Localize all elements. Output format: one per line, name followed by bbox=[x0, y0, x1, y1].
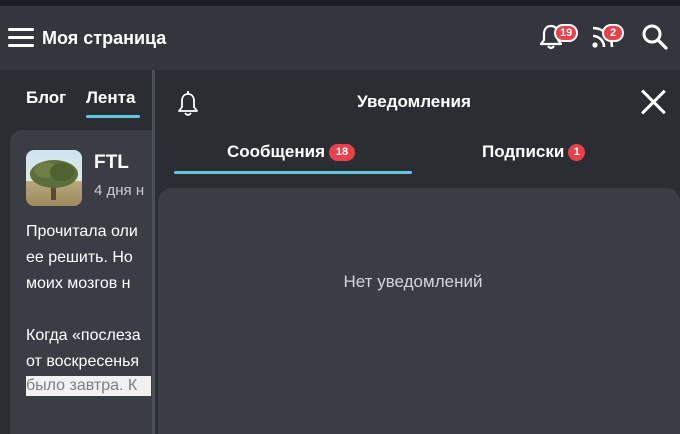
notifications-title: Уведомления bbox=[357, 92, 471, 111]
feed-tabs: Блог Лента bbox=[0, 70, 155, 130]
menu-icon[interactable] bbox=[8, 26, 34, 48]
post-text-line: Когда «послеза bbox=[26, 327, 141, 344]
post-date: 4 дня н bbox=[94, 182, 145, 199]
feed-count-badge: 2 bbox=[602, 24, 624, 42]
notifications-list: Нет уведомлений bbox=[158, 188, 680, 434]
post-text-line: моих мозгов н bbox=[26, 275, 131, 292]
page-title: Моя страница bbox=[42, 28, 167, 48]
tab-messages-label: Сообщения bbox=[227, 142, 325, 161]
tree-image bbox=[30, 160, 78, 200]
search-button[interactable] bbox=[640, 22, 670, 52]
tab-feed[interactable]: Лента bbox=[86, 88, 135, 108]
post-text-line-highlighted: было завтра. К bbox=[26, 376, 152, 396]
post-card: FTL 4 дня н Прочитала оли ее решить. Но … bbox=[10, 130, 170, 434]
active-tab-underline bbox=[86, 115, 140, 118]
tab-messages[interactable]: Сообщения 18 bbox=[227, 142, 355, 172]
tab-blog[interactable]: Блог bbox=[26, 88, 66, 108]
subscriptions-count-badge: 1 bbox=[568, 144, 586, 161]
search-icon bbox=[642, 24, 668, 50]
tab-subscriptions[interactable]: Подписки 1 bbox=[482, 142, 586, 172]
notifications-panel: Уведомления Сообщения 18 Подписки 1 Нет ув… bbox=[152, 70, 680, 434]
post-text-line: Прочитала оли bbox=[26, 223, 138, 240]
messages-count-badge: 18 bbox=[328, 144, 355, 161]
post-text-line: от воскресенья bbox=[26, 353, 140, 370]
notifications-button[interactable]: 19 bbox=[536, 22, 579, 52]
notifications-count-badge: 19 bbox=[554, 24, 579, 42]
post-text-line: ее решить. Но bbox=[26, 249, 133, 266]
avatar[interactable] bbox=[26, 150, 82, 206]
close-icon[interactable] bbox=[639, 88, 667, 116]
app-header: Моя страница 19 2 bbox=[0, 6, 680, 70]
tab-subscriptions-label: Подписки bbox=[482, 142, 565, 161]
post-author[interactable]: FTL bbox=[94, 152, 129, 174]
active-tab-underline bbox=[174, 171, 412, 174]
empty-state-message: Нет уведомлений bbox=[343, 272, 483, 291]
feed-button[interactable]: 2 bbox=[588, 22, 624, 52]
